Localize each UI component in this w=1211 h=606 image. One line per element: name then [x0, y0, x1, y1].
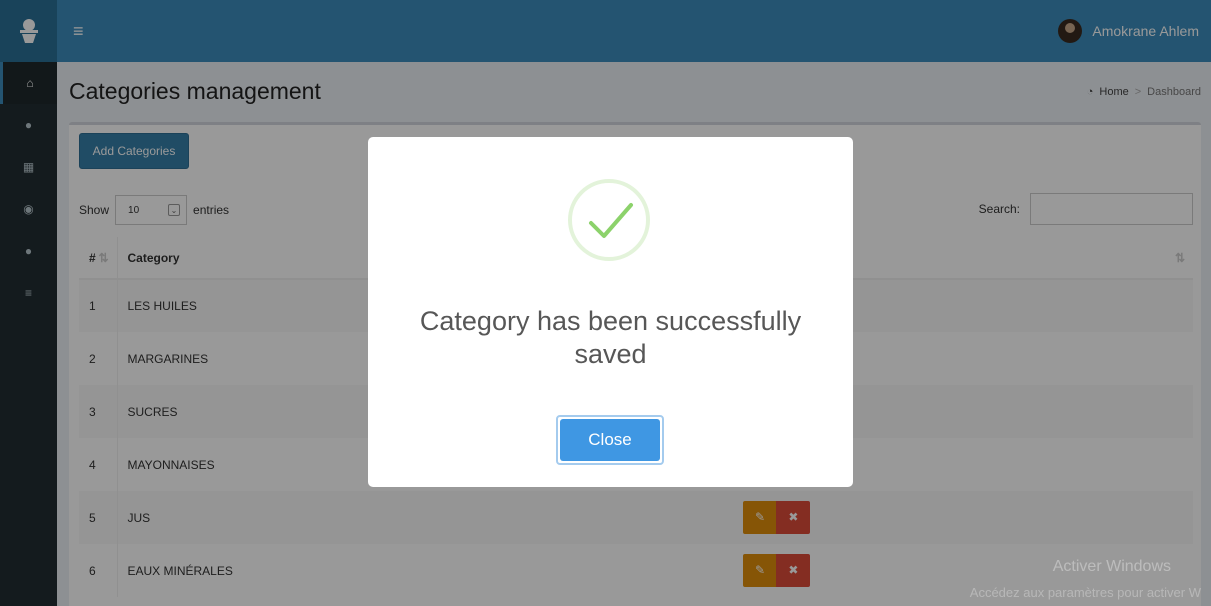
success-dialog: Category has been successfully saved Clo… — [368, 137, 853, 487]
windows-activation-watermark: Activer Windows — [1052, 558, 1171, 575]
success-check-icon — [568, 179, 650, 261]
dialog-message: Category has been successfully saved — [419, 306, 802, 369]
windows-activation-hint: Accédez aux paramètres pour activer W — [969, 585, 1201, 600]
close-button[interactable]: Close — [556, 415, 664, 465]
